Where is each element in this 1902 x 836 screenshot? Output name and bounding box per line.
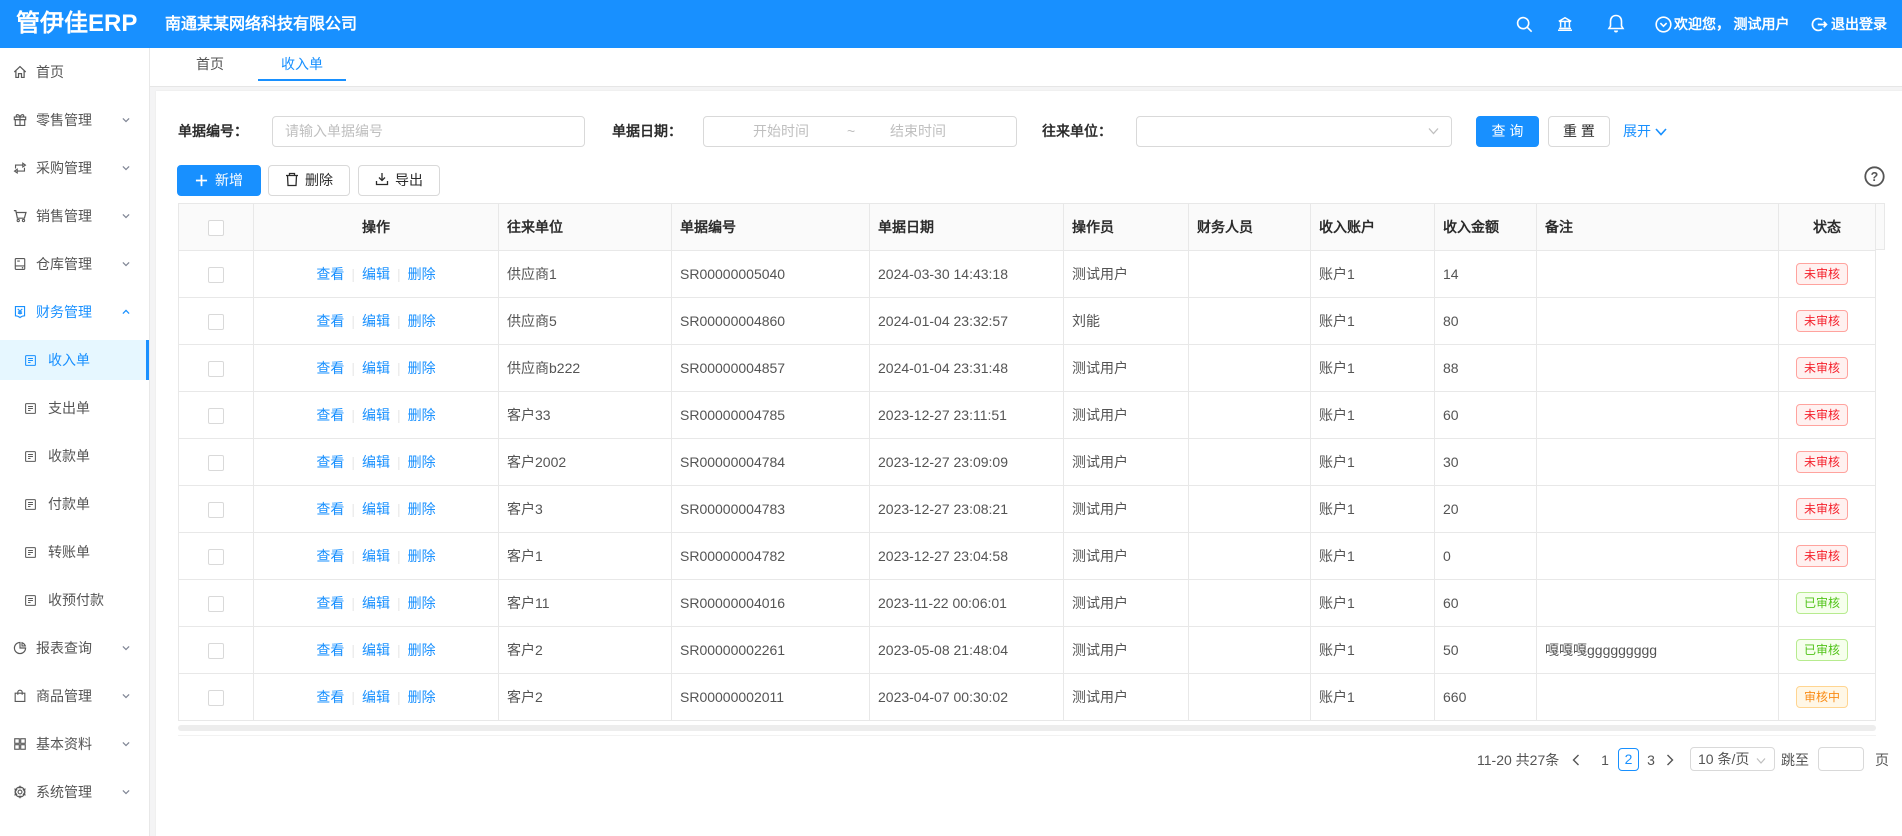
svg-text:?: ? [1871, 170, 1879, 184]
